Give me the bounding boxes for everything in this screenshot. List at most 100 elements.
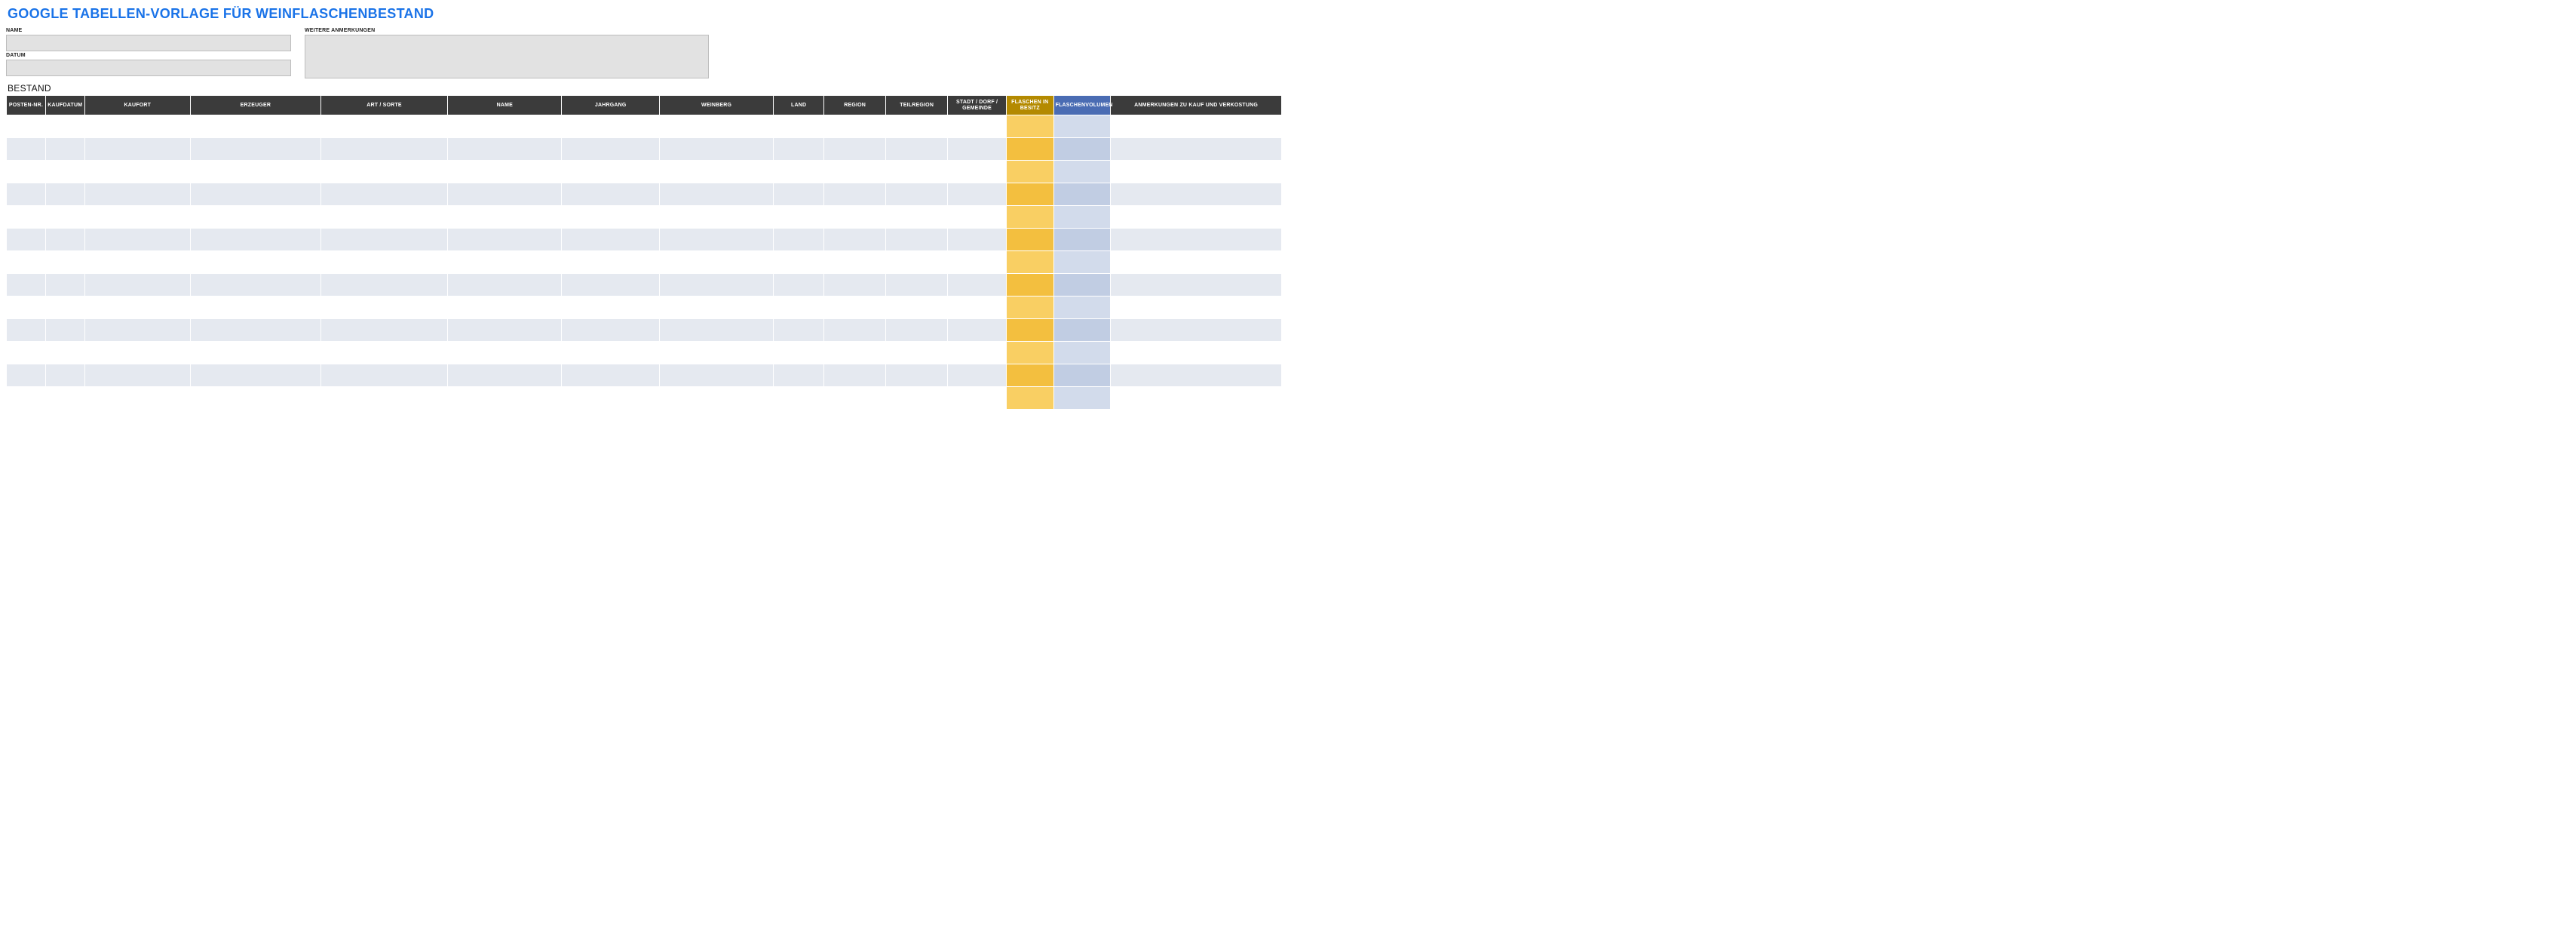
cell-land[interactable] [774, 274, 824, 297]
cell-stadt[interactable] [948, 161, 1007, 183]
cell-jahr[interactable] [562, 387, 660, 410]
cell-wberg[interactable] [659, 138, 773, 161]
cell-anm[interactable] [1111, 342, 1282, 364]
cell-wname[interactable] [448, 364, 562, 387]
cell-erz[interactable] [191, 251, 321, 274]
cell-land[interactable] [774, 161, 824, 183]
cell-flvol[interactable] [1053, 297, 1111, 319]
cell-wname[interactable] [448, 206, 562, 229]
cell-stadt[interactable] [948, 342, 1007, 364]
cell-region[interactable] [824, 229, 886, 251]
cell-kaufort[interactable] [84, 319, 190, 342]
cell-stadt[interactable] [948, 387, 1007, 410]
cell-wname[interactable] [448, 297, 562, 319]
cell-art[interactable] [320, 387, 447, 410]
cell-wname[interactable] [448, 319, 562, 342]
cell-art[interactable] [320, 206, 447, 229]
cell-land[interactable] [774, 364, 824, 387]
cell-art[interactable] [320, 161, 447, 183]
cell-jahr[interactable] [562, 115, 660, 138]
cell-jahr[interactable] [562, 319, 660, 342]
notes-field[interactable] [305, 35, 709, 78]
cell-stadt[interactable] [948, 319, 1007, 342]
cell-anm[interactable] [1111, 229, 1282, 251]
cell-jahr[interactable] [562, 229, 660, 251]
cell-erz[interactable] [191, 138, 321, 161]
cell-stadt[interactable] [948, 183, 1007, 206]
cell-land[interactable] [774, 387, 824, 410]
cell-teilreg[interactable] [886, 206, 948, 229]
cell-flvol[interactable] [1053, 387, 1111, 410]
cell-erz[interactable] [191, 342, 321, 364]
cell-anm[interactable] [1111, 115, 1282, 138]
cell-posten[interactable] [7, 251, 46, 274]
cell-region[interactable] [824, 364, 886, 387]
cell-kaufd[interactable] [45, 229, 84, 251]
cell-kaufort[interactable] [84, 115, 190, 138]
cell-land[interactable] [774, 115, 824, 138]
cell-anm[interactable] [1111, 387, 1282, 410]
cell-wname[interactable] [448, 229, 562, 251]
cell-art[interactable] [320, 229, 447, 251]
cell-kaufort[interactable] [84, 206, 190, 229]
cell-stadt[interactable] [948, 274, 1007, 297]
cell-wname[interactable] [448, 387, 562, 410]
cell-posten[interactable] [7, 161, 46, 183]
cell-stadt[interactable] [948, 206, 1007, 229]
cell-wberg[interactable] [659, 297, 773, 319]
cell-flvol[interactable] [1053, 364, 1111, 387]
cell-land[interactable] [774, 251, 824, 274]
cell-region[interactable] [824, 274, 886, 297]
cell-anm[interactable] [1111, 319, 1282, 342]
cell-region[interactable] [824, 138, 886, 161]
cell-erz[interactable] [191, 115, 321, 138]
cell-kaufd[interactable] [45, 183, 84, 206]
cell-posten[interactable] [7, 183, 46, 206]
cell-kaufd[interactable] [45, 206, 84, 229]
cell-land[interactable] [774, 183, 824, 206]
date-field[interactable] [6, 60, 291, 76]
cell-wberg[interactable] [659, 183, 773, 206]
cell-jahr[interactable] [562, 183, 660, 206]
cell-art[interactable] [320, 138, 447, 161]
cell-anm[interactable] [1111, 297, 1282, 319]
cell-kaufort[interactable] [84, 297, 190, 319]
cell-region[interactable] [824, 297, 886, 319]
cell-erz[interactable] [191, 364, 321, 387]
cell-erz[interactable] [191, 319, 321, 342]
cell-erz[interactable] [191, 387, 321, 410]
cell-teilreg[interactable] [886, 115, 948, 138]
cell-flvol[interactable] [1053, 138, 1111, 161]
cell-wname[interactable] [448, 161, 562, 183]
cell-stadt[interactable] [948, 115, 1007, 138]
cell-art[interactable] [320, 251, 447, 274]
cell-erz[interactable] [191, 206, 321, 229]
cell-region[interactable] [824, 115, 886, 138]
cell-teilreg[interactable] [886, 297, 948, 319]
cell-stadt[interactable] [948, 251, 1007, 274]
cell-kaufd[interactable] [45, 251, 84, 274]
cell-wberg[interactable] [659, 364, 773, 387]
cell-posten[interactable] [7, 387, 46, 410]
cell-stadt[interactable] [948, 138, 1007, 161]
cell-art[interactable] [320, 319, 447, 342]
cell-art[interactable] [320, 297, 447, 319]
cell-jahr[interactable] [562, 206, 660, 229]
cell-kaufd[interactable] [45, 319, 84, 342]
cell-flbes[interactable] [1006, 229, 1053, 251]
cell-flvol[interactable] [1053, 206, 1111, 229]
cell-land[interactable] [774, 342, 824, 364]
cell-kaufd[interactable] [45, 115, 84, 138]
cell-erz[interactable] [191, 161, 321, 183]
cell-art[interactable] [320, 183, 447, 206]
cell-kaufd[interactable] [45, 161, 84, 183]
cell-posten[interactable] [7, 274, 46, 297]
cell-land[interactable] [774, 206, 824, 229]
cell-flvol[interactable] [1053, 274, 1111, 297]
cell-wname[interactable] [448, 115, 562, 138]
cell-art[interactable] [320, 115, 447, 138]
cell-flvol[interactable] [1053, 229, 1111, 251]
cell-flbes[interactable] [1006, 206, 1053, 229]
cell-kaufort[interactable] [84, 183, 190, 206]
cell-land[interactable] [774, 297, 824, 319]
